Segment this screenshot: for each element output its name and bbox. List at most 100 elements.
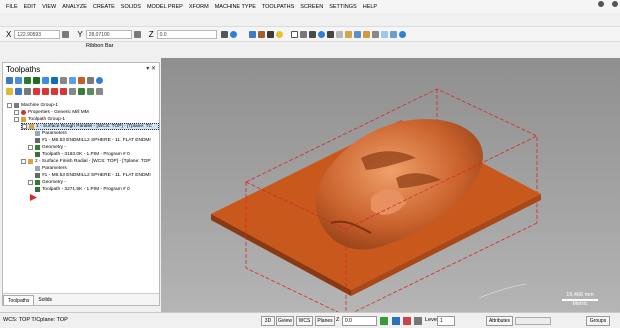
menu-toolpaths[interactable]: TOOLPATHS	[262, 4, 294, 10]
expand-icon[interactable]	[28, 180, 33, 185]
single-display-icon[interactable]	[78, 87, 85, 95]
expand-icon[interactable]	[14, 110, 19, 115]
tree-item-parameters-2[interactable]: Parameters	[35, 165, 67, 172]
post-selected-icon[interactable]	[69, 76, 76, 84]
body-select-icon[interactable]	[362, 30, 370, 38]
tree-item-operation-1[interactable]: 1 - Surface Rough Parallel - [WCS: TOP] …	[21, 123, 159, 130]
collapse-icon[interactable]	[14, 117, 19, 122]
dropdown-icon[interactable]	[62, 30, 70, 38]
autocursor-icon[interactable]	[220, 30, 228, 38]
quick-mask-icon[interactable]	[308, 30, 316, 38]
simulate-icon[interactable]	[60, 76, 67, 84]
tab-solids[interactable]: Solids	[34, 295, 56, 305]
help-icon[interactable]	[612, 1, 618, 7]
move-down-icon[interactable]	[33, 87, 40, 95]
tab-toolpaths[interactable]: Toolpaths	[3, 294, 35, 305]
tree-item-geometry-1[interactable]: Geometry -	[28, 144, 66, 151]
level-field[interactable]: 1	[437, 316, 455, 326]
menu-settings[interactable]: SETTINGS	[329, 4, 357, 10]
panel-controls[interactable]: ▾ ✕	[146, 65, 156, 72]
level-dropdown[interactable]	[456, 316, 484, 326]
graphics-viewport[interactable]: 19.466 mm Metric	[161, 58, 620, 312]
select-dirty-operations-icon[interactable]	[15, 76, 22, 84]
point-style-icon[interactable]	[392, 317, 400, 325]
line-width-icon[interactable]	[414, 317, 422, 325]
menu-screen[interactable]: SCREEN	[300, 4, 323, 10]
regenerate-selected-icon[interactable]	[24, 76, 31, 84]
high-feed-icon[interactable]	[78, 76, 85, 84]
tree-item-tool-2[interactable]: #1 - M6.53 ENDMILL2 SPHERE - 11. FLAT EN…	[35, 172, 151, 179]
insert-after-icon[interactable]	[60, 87, 67, 95]
toggle-posting-icon[interactable]	[24, 87, 31, 95]
tree-item-tool-1[interactable]: #1 - M6.53 ENDMILL2 SPHERE - 11. FLAT EN…	[35, 137, 151, 144]
menu-file[interactable]: FILE	[6, 4, 18, 10]
selection-dropdown-icon[interactable]	[299, 30, 307, 38]
3d-toggle-button[interactable]: 3D	[261, 316, 275, 326]
options-icon[interactable]	[96, 87, 103, 95]
display-toolpath-icon[interactable]	[87, 87, 94, 95]
tree-item-toolpath-group[interactable]: Toolpath Group-1	[14, 116, 65, 123]
unselect-icon[interactable]	[275, 30, 283, 38]
collapse-icon[interactable]	[21, 159, 26, 164]
help-icon[interactable]	[96, 76, 103, 84]
insert-arrow-icon[interactable]	[51, 87, 58, 95]
select-all-icon[interactable]	[248, 30, 256, 38]
insert-arrow-icon[interactable]	[30, 194, 37, 201]
minimize-icon[interactable]	[598, 1, 604, 7]
menu-analyze[interactable]: ANALYZE	[62, 4, 87, 10]
attribute-controls[interactable]	[515, 317, 551, 325]
menu-solids[interactable]: SOLIDS	[121, 4, 141, 10]
loop-select-icon[interactable]	[371, 30, 379, 38]
edge-select-icon[interactable]	[353, 30, 361, 38]
x-coordinate-field[interactable]: 122.90593	[14, 29, 61, 39]
collapse-icon[interactable]	[22, 124, 27, 129]
tree-item-geometry-2[interactable]: Geometry -	[28, 179, 66, 186]
attributes-button[interactable]: Attributes	[486, 316, 513, 326]
menu-model-prep[interactable]: MODEL PREP	[147, 4, 183, 10]
help-icon[interactable]	[229, 30, 237, 38]
tree-item-properties[interactable]: Properties - Generic Mill MM	[14, 109, 89, 116]
wcs-button[interactable]: WCS	[296, 316, 313, 326]
gview-button[interactable]: Gview	[276, 316, 294, 326]
toggle-display-icon[interactable]	[15, 87, 22, 95]
tree-item-operation-2[interactable]: 2 - Surface Finish Radial - [WCS: TOP] -…	[21, 158, 151, 165]
window-select-icon[interactable]	[290, 30, 298, 38]
solid-select-icon[interactable]	[335, 30, 343, 38]
tree-item-toolpath-2[interactable]: Toolpath - 3271.9K - 1.PIM - Program # 0	[35, 186, 130, 193]
planes-button[interactable]: Planes	[315, 316, 335, 326]
verify-icon[interactable]	[326, 30, 334, 38]
menu-xform[interactable]: XFORM	[189, 4, 209, 10]
y-coordinate-field[interactable]: 28.07100	[85, 29, 132, 39]
menu-view[interactable]: VIEW	[42, 4, 56, 10]
select-only-icon[interactable]	[257, 30, 265, 38]
tree-item-machine-group[interactable]: Machine Group-1	[7, 102, 58, 109]
line-style-icon[interactable]	[403, 317, 411, 325]
lock-icon[interactable]	[6, 87, 13, 95]
dropdown-icon[interactable]	[133, 30, 141, 38]
select-last-icon[interactable]	[266, 30, 274, 38]
face-select-icon[interactable]	[344, 30, 352, 38]
menu-edit[interactable]: EDIT	[24, 4, 37, 10]
menu-create[interactable]: CREATE	[93, 4, 115, 10]
collapse-icon[interactable]	[7, 103, 12, 108]
move-up-icon[interactable]	[42, 87, 49, 95]
scroll-icon[interactable]	[69, 87, 76, 95]
menu-help[interactable]: HELP	[363, 4, 377, 10]
feature-select-icon[interactable]	[389, 30, 397, 38]
z-coordinate-field[interactable]: 0.0	[156, 29, 217, 39]
tree-item-toolpath-1[interactable]: Toolpath - 3163.0K - 1.PIM - Program # 0	[35, 151, 130, 158]
z-depth-field[interactable]: 0.0	[342, 316, 377, 326]
vertex-select-icon[interactable]	[380, 30, 388, 38]
verify-icon[interactable]	[51, 76, 58, 84]
help-icon[interactable]	[398, 30, 406, 38]
expand-icon[interactable]	[28, 145, 33, 150]
backplot-icon[interactable]	[42, 76, 49, 84]
select-all-operations-icon[interactable]	[6, 76, 13, 84]
regenerate-dirty-icon[interactable]	[33, 76, 40, 84]
tree-item-parameters-1[interactable]: Parameters	[35, 130, 67, 137]
color-swatch-icon[interactable]	[380, 317, 388, 325]
help-icon[interactable]	[317, 30, 325, 38]
groups-button[interactable]: Groups	[586, 316, 610, 326]
menu-machine-type[interactable]: MACHINE TYPE	[215, 4, 256, 10]
delete-all-icon[interactable]	[87, 76, 94, 84]
